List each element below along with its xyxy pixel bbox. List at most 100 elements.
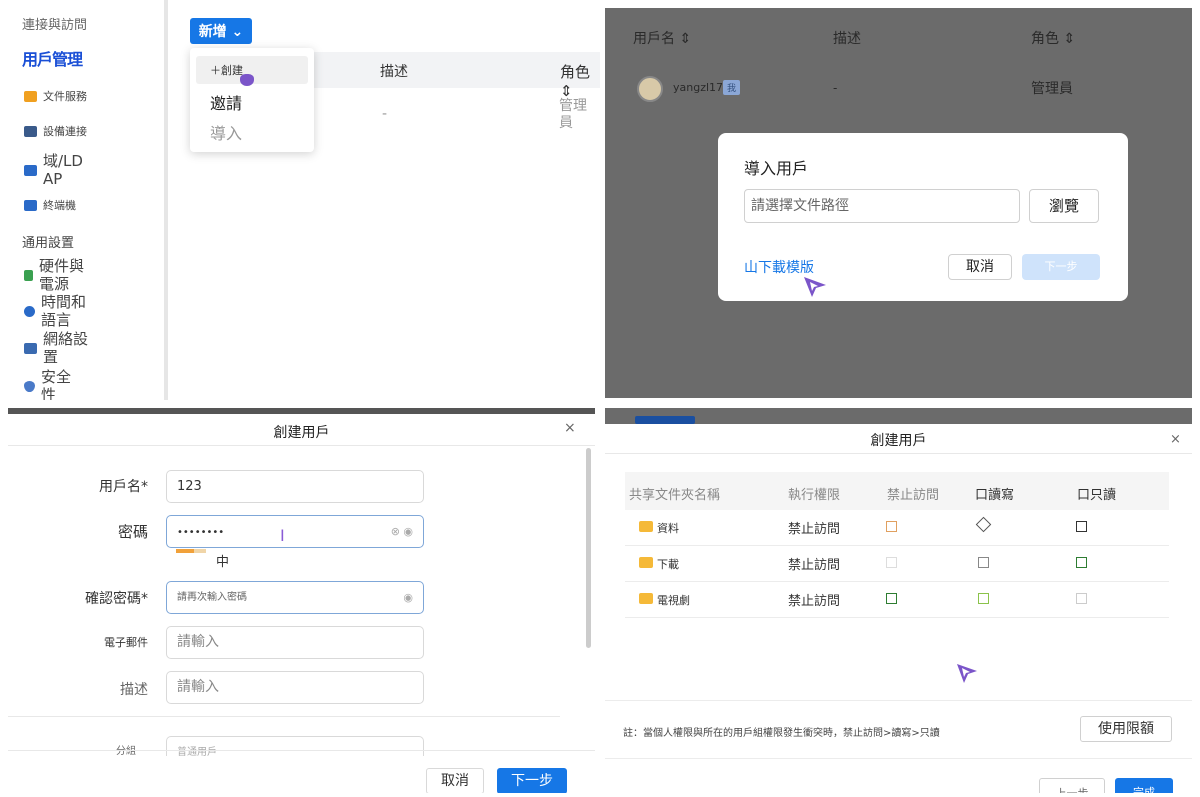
import-users-panel: 用戶名 ⇕ 描述 角色 ⇕ yangzl17 我 - 管理員 導入用戶 請選擇文… [605, 8, 1192, 398]
confirm-password-placeholder: 請再次輸入密碼 [177, 592, 247, 603]
terminal-icon [24, 199, 37, 211]
sidebar-item-label: 文件服務 [43, 90, 87, 103]
menu-item-create[interactable]: ＋創建 [210, 62, 243, 78]
eye-icon[interactable]: ⊗ ◉ [391, 516, 413, 547]
column-header-no-access[interactable]: 禁止訪問 [887, 484, 939, 503]
usage-quota-button[interactable]: 使用限額 [1080, 716, 1172, 742]
background-strip [605, 408, 1192, 424]
permission-conflict-note: 註：當個人權限與所在的用戶組權限發生衝突時，禁止訪問>讀寫>只讀 [623, 728, 940, 739]
confirm-password-field[interactable]: 請再次輸入密碼 ◉ [166, 581, 424, 614]
cancel-button[interactable]: 取消 [426, 768, 484, 793]
password-field[interactable]: •••••••• ⊗ ◉ [166, 515, 424, 548]
sidebar-item-network[interactable]: 網絡設置 [24, 330, 96, 366]
read-write-checkbox[interactable] [978, 593, 989, 604]
table-row [625, 546, 1169, 582]
new-button[interactable]: 新增 ⌄ [190, 18, 252, 44]
email-label: 電子郵件 [104, 636, 148, 649]
menu-item-invite[interactable]: 邀請 [210, 90, 242, 114]
column-header-read-write[interactable]: 口讀寫 [975, 484, 1014, 503]
sidebar-item-domain-ldap[interactable]: 域/LD AP [24, 152, 94, 188]
text-cursor-icon: Ⅰ [280, 526, 285, 545]
description-placeholder: 請輸入 [177, 679, 219, 695]
folder-name: 電視劇 [657, 594, 690, 607]
download-template-link[interactable]: 山下載模版 [744, 257, 814, 277]
sidebar-item-label: 安全性 [41, 368, 72, 400]
username-cell: yangzl17 [673, 81, 724, 94]
sidebar-item-hardware-power[interactable]: 硬件與電源 [24, 257, 96, 293]
table-cell-role: 管理員 [559, 98, 587, 131]
dialog-title: 創建用戶 [273, 425, 330, 441]
column-header-permission: 執行權限 [788, 488, 841, 503]
description-field[interactable]: 請輸入 [166, 671, 424, 704]
divider [605, 700, 1192, 701]
new-dropdown-menu: ＋創建 邀請 導入 [190, 48, 314, 152]
permission-value: 禁止訪問 [788, 558, 841, 573]
role-cell: 管理員 [1031, 81, 1073, 97]
network-icon [24, 342, 37, 354]
sidebar-item-label: 終端機 [43, 199, 76, 212]
sidebar-item-terminal[interactable]: 終端機 [24, 197, 76, 213]
browse-button[interactable]: 瀏覽 [1029, 189, 1099, 223]
folder-icon [639, 557, 653, 568]
read-only-checkbox[interactable] [1076, 521, 1087, 532]
hand-cursor-icon [240, 74, 254, 86]
next-button[interactable]: 下一步 [497, 768, 567, 793]
globe-icon [24, 305, 35, 317]
sidebar-item-security[interactable]: 安全性 [24, 368, 79, 400]
power-icon [24, 269, 33, 281]
next-button[interactable]: 下一步 [1022, 254, 1100, 280]
done-button[interactable]: 完成 [1115, 778, 1173, 793]
column-header-username[interactable]: 用戶名 ⇕ [633, 28, 691, 48]
column-header-read-only[interactable]: 口只讀 [1077, 484, 1116, 503]
sidebar-item-file-service[interactable]: 文件服務 [24, 88, 87, 104]
folder-icon [639, 521, 653, 532]
email-field[interactable]: 請輸入 [166, 626, 424, 659]
close-icon[interactable]: × [1170, 432, 1181, 447]
read-only-checkbox[interactable] [1076, 593, 1087, 604]
sidebar-item-device-connection[interactable]: 設備連接 [24, 123, 87, 139]
footer-divider [8, 750, 595, 751]
menu-item-import[interactable]: 導入 [210, 120, 242, 144]
username-field[interactable]: 123 [166, 470, 424, 503]
password-label: 密碼 [117, 523, 148, 541]
device-icon [24, 125, 37, 137]
user-management-panel: 連接與訪問 用戶管理 文件服務 設備連接 域/LD AP 終端機 通用設置 硬件… [0, 0, 600, 400]
confirm-password-label: 確認密碼* [85, 591, 148, 607]
column-header-role[interactable]: 角色 ⇕ [1031, 28, 1075, 48]
dialog-title: 導入用戶 [744, 159, 809, 178]
sidebar-item-time-language[interactable]: 時間和語言 [24, 293, 96, 329]
divider [8, 716, 560, 717]
read-write-checkbox[interactable] [978, 557, 989, 568]
sidebar: 連接與訪問 用戶管理 文件服務 設備連接 域/LD AP 終端機 通用設置 硬件… [0, 0, 168, 400]
no-access-checkbox[interactable] [886, 557, 897, 568]
password-value: •••••••• [177, 527, 225, 538]
previous-button[interactable]: 上一步 [1039, 778, 1105, 793]
password-strength-label: 中 [216, 555, 230, 570]
column-header-description[interactable]: 描述 [380, 61, 408, 81]
username-value: 123 [177, 479, 202, 494]
column-header-description[interactable]: 描述 [833, 28, 861, 48]
domain-icon [24, 164, 37, 176]
file-path-input[interactable]: 請選擇文件路徑 [744, 189, 1020, 223]
no-access-checkbox[interactable] [886, 593, 897, 604]
email-placeholder: 請輸入 [177, 634, 219, 650]
avatar [637, 76, 663, 102]
folder-name: 資料 [657, 522, 679, 535]
no-access-checkbox[interactable] [886, 521, 897, 532]
read-only-checkbox[interactable] [1076, 557, 1087, 568]
eye-icon[interactable]: ◉ [403, 582, 413, 613]
group-field[interactable]: 普通用戶 [166, 736, 424, 758]
import-users-dialog: 導入用戶 請選擇文件路徑 瀏覽 山下載模版 取消 下一步 [718, 133, 1128, 301]
folder-icon [639, 593, 653, 604]
folder-name: 下載 [657, 558, 679, 571]
scrollbar[interactable] [586, 448, 591, 648]
me-badge: 我 [723, 80, 741, 95]
cancel-button[interactable]: 取消 [948, 254, 1012, 280]
close-icon[interactable]: × [564, 420, 576, 436]
column-header-role[interactable]: 角色⇕ [560, 61, 600, 100]
table-row [625, 510, 1169, 546]
table-row [625, 582, 1169, 618]
pointer-cursor-icon [804, 277, 826, 297]
sidebar-item-user-management[interactable]: 用戶管理 [22, 46, 83, 70]
create-user-form-panel: 創建用戶 × 用戶名* 123 密碼 •••••••• ⊗ ◉ 中 Ⅰ 確認密碼… [8, 408, 595, 793]
